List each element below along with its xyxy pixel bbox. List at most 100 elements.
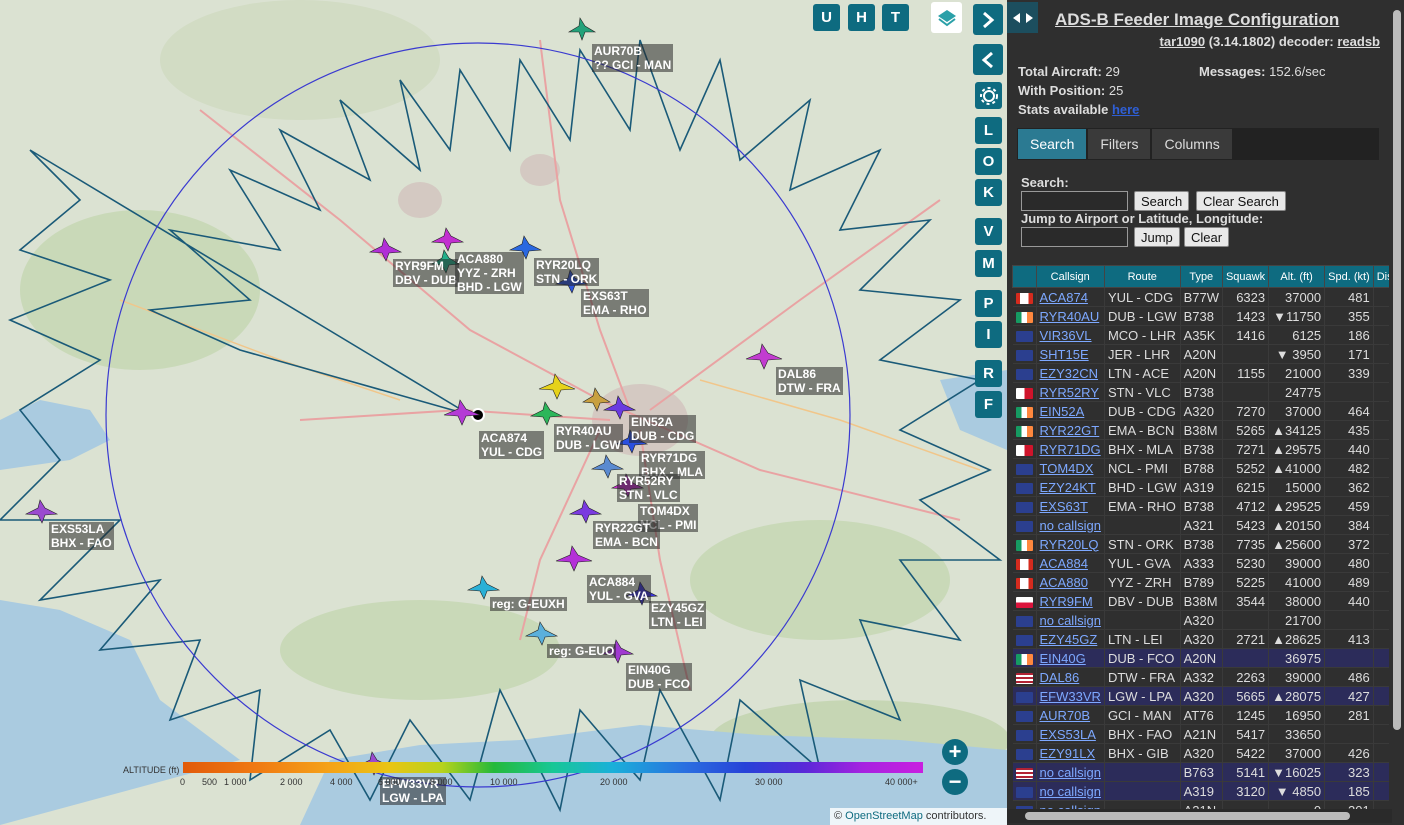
table-row[interactable]: VIR36VL MCO - LHR A35K 1416 6125 186 bbox=[1012, 325, 1389, 345]
callsign-link[interactable]: EZY32CN bbox=[1040, 366, 1099, 381]
column-header[interactable]: Alt. (ft) bbox=[1268, 265, 1326, 288]
layer-f-button[interactable]: F bbox=[975, 391, 1002, 418]
horizontal-scrollbar[interactable] bbox=[1007, 809, 1392, 823]
callsign-link[interactable]: no callsign bbox=[1040, 518, 1101, 533]
callsign-link[interactable]: SHT15E bbox=[1040, 347, 1089, 362]
layer-i-button[interactable]: I bbox=[975, 321, 1002, 348]
aircraft-label[interactable]: RYR9FM DBV - DUB bbox=[393, 259, 459, 287]
callsign-link[interactable]: no callsign bbox=[1040, 613, 1101, 628]
clear-button[interactable]: Clear bbox=[1184, 227, 1230, 247]
aircraft-label[interactable]: EIN52A DUB - CDG bbox=[629, 415, 697, 443]
vertical-scrollbar[interactable] bbox=[1393, 10, 1401, 730]
table-row[interactable]: EIN40G DUB - FCO A20N 36975 bbox=[1012, 648, 1389, 668]
callsign-link[interactable]: RYR40AU bbox=[1040, 309, 1100, 324]
callsign-link[interactable]: EFW33VR bbox=[1040, 689, 1101, 704]
toggle-sidebar-button[interactable] bbox=[1007, 2, 1038, 33]
clear-search-button[interactable]: Clear Search bbox=[1196, 191, 1286, 211]
aircraft-label[interactable]: ACA884 YUL - GVA bbox=[587, 575, 651, 603]
page-title[interactable]: ADS-B Feeder Image Configuration bbox=[1055, 10, 1339, 30]
callsign-link[interactable]: ACA874 bbox=[1040, 290, 1088, 305]
aircraft-label[interactable]: RYR22GT EMA - BCN bbox=[593, 521, 660, 549]
aircraft-label[interactable]: ACA874 YUL - CDG bbox=[479, 431, 545, 459]
callsign-link[interactable]: EZY91LX bbox=[1040, 746, 1096, 761]
table-row[interactable]: EIN52A DUB - CDG A320 7270 37000 464 bbox=[1012, 401, 1389, 421]
table-row[interactable]: EXS63T EMA - RHO B738 4712 ▲29525 459 bbox=[1012, 496, 1389, 516]
callsign-link[interactable]: RYR20LQ bbox=[1040, 537, 1099, 552]
zoom-in-button[interactable]: + bbox=[942, 739, 968, 765]
layer-l-button[interactable]: L bbox=[975, 117, 1002, 144]
column-header[interactable]: Dis bbox=[1372, 265, 1389, 288]
table-row[interactable]: EZY45GZ LTN - LEI A320 2721 ▲28625 413 bbox=[1012, 629, 1389, 649]
table-row[interactable]: ACA874 YUL - CDG B77W 6323 37000 481 bbox=[1012, 287, 1389, 307]
table-row[interactable]: EZY24KT BHD - LGW A319 6215 15000 362 bbox=[1012, 477, 1389, 497]
callsign-link[interactable]: EIN40G bbox=[1040, 651, 1086, 666]
scrollbar-thumb[interactable] bbox=[1025, 812, 1350, 820]
layer-r-button[interactable]: R bbox=[975, 360, 1002, 387]
table-row[interactable]: no callsign A321 5423 ▲20150 384 bbox=[1012, 515, 1389, 535]
callsign-link[interactable]: EZY45GZ bbox=[1040, 632, 1098, 647]
aircraft-label[interactable]: EZY45GZ LTN - LEI bbox=[649, 601, 707, 629]
aircraft-label[interactable]: AUR70B ?? GCI - MAN bbox=[592, 44, 674, 72]
callsign-link[interactable]: ACA880 bbox=[1040, 575, 1088, 590]
tab-filters[interactable]: Filters bbox=[1088, 129, 1151, 159]
aircraft-label[interactable]: EXS53LA BHX - FAO bbox=[49, 522, 114, 550]
table-row[interactable]: RYR40AU DUB - LGW B738 1423 ▼11750 355 bbox=[1012, 306, 1389, 326]
table-row[interactable]: ACA880 YYZ - ZRH B789 5225 41000 489 bbox=[1012, 572, 1389, 592]
jump-button[interactable]: Jump bbox=[1134, 227, 1180, 247]
table-row[interactable]: EZY91LX BHX - GIB A320 5422 37000 426 bbox=[1012, 743, 1389, 763]
callsign-link[interactable]: RYR52RY bbox=[1040, 385, 1100, 400]
callsign-link[interactable]: EXS63T bbox=[1040, 499, 1088, 514]
aircraft-label[interactable]: RYR40AU DUB - LGW bbox=[554, 424, 623, 452]
table-row[interactable]: SHT15E JER - LHR A20N ▼ 3950 171 bbox=[1012, 344, 1389, 364]
layer-v-button[interactable]: V bbox=[975, 218, 1002, 245]
callsign-link[interactable]: EXS53LA bbox=[1040, 727, 1096, 742]
table-row[interactable]: EFW33VR LGW - LPA A320 5665 ▲28075 427 bbox=[1012, 686, 1389, 706]
collapse-panel-button[interactable] bbox=[973, 44, 1003, 75]
aircraft-label[interactable]: EIN40G DUB - FCO bbox=[626, 663, 692, 691]
table-row[interactable]: RYR20LQ STN - ORK B738 7735 ▲25600 372 bbox=[1012, 534, 1389, 554]
toggle-u-button[interactable]: U bbox=[813, 4, 840, 31]
table-row[interactable]: TOM4DX NCL - PMI B788 5252 ▲41000 482 bbox=[1012, 458, 1389, 478]
aircraft-label[interactable]: EXS63T EMA - RHO bbox=[581, 289, 649, 317]
aircraft-table-container[interactable]: Callsign Route Type Squawk Alt. (ft) Spd. (kt… bbox=[1012, 265, 1389, 810]
table-row[interactable]: RYR9FM DBV - DUB B38M 3544 38000 440 bbox=[1012, 591, 1389, 611]
table-row[interactable]: AUR70B GCI - MAN AT76 1245 16950 281 bbox=[1012, 705, 1389, 725]
aircraft-label[interactable]: reg: G-EUXH bbox=[490, 597, 567, 611]
table-row[interactable]: no callsign A320 21700 bbox=[1012, 610, 1389, 630]
column-header[interactable]: Squawk bbox=[1221, 265, 1270, 288]
jump-input[interactable] bbox=[1021, 227, 1128, 247]
column-header[interactable]: Route bbox=[1103, 265, 1181, 288]
table-row[interactable]: EZY32CN LTN - ACE A20N 1155 21000 339 bbox=[1012, 363, 1389, 383]
callsign-link[interactable]: ACA884 bbox=[1040, 556, 1088, 571]
readsb-link[interactable]: readsb bbox=[1337, 34, 1380, 49]
callsign-link[interactable]: RYR9FM bbox=[1040, 594, 1093, 609]
settings-button[interactable] bbox=[975, 82, 1002, 109]
map-view[interactable]: AUR70B ?? GCI - MAN RYR9FM DBV - DUB ACA88… bbox=[0, 0, 1007, 825]
callsign-link[interactable]: EIN52A bbox=[1040, 404, 1085, 419]
aircraft-label[interactable]: reg: G-EUO bbox=[547, 644, 617, 658]
table-row[interactable]: ACA884 YUL - GVA A333 5230 39000 480 bbox=[1012, 553, 1389, 573]
layer-m-button[interactable]: M bbox=[975, 250, 1002, 277]
callsign-link[interactable]: AUR70B bbox=[1040, 708, 1091, 723]
aircraft-label[interactable]: RYR52RY STN - VLC bbox=[617, 474, 680, 502]
toggle-t-button[interactable]: T bbox=[882, 4, 909, 31]
layers-button[interactable] bbox=[931, 2, 962, 33]
callsign-link[interactable]: TOM4DX bbox=[1040, 461, 1094, 476]
table-row[interactable]: no callsign A319 3120 ▼ 4850 185 bbox=[1012, 781, 1389, 801]
table-row[interactable]: RYR52RY STN - VLC B738 24775 bbox=[1012, 382, 1389, 402]
stats-link[interactable]: here bbox=[1112, 102, 1139, 117]
callsign-link[interactable]: RYR71DG bbox=[1040, 442, 1101, 457]
table-row[interactable]: DAL86 DTW - FRA A332 2263 39000 486 bbox=[1012, 667, 1389, 687]
tar1090-link[interactable]: tar1090 bbox=[1160, 34, 1206, 49]
table-row[interactable]: RYR22GT EMA - BCN B38M 5265 ▲34125 435 bbox=[1012, 420, 1389, 440]
column-header[interactable]: Type bbox=[1179, 265, 1223, 288]
aircraft-label[interactable]: RYR20LQ STN - ORK bbox=[534, 258, 600, 286]
column-header[interactable]: Spd. (kt) bbox=[1324, 265, 1374, 288]
column-header[interactable] bbox=[1012, 265, 1037, 288]
zoom-out-button[interactable]: − bbox=[942, 769, 968, 795]
tab-columns[interactable]: Columns bbox=[1152, 129, 1232, 159]
tab-search[interactable]: Search bbox=[1018, 129, 1087, 159]
layer-p-button[interactable]: P bbox=[975, 290, 1002, 317]
callsign-link[interactable]: VIR36VL bbox=[1040, 328, 1092, 343]
callsign-link[interactable]: no callsign bbox=[1040, 784, 1101, 799]
